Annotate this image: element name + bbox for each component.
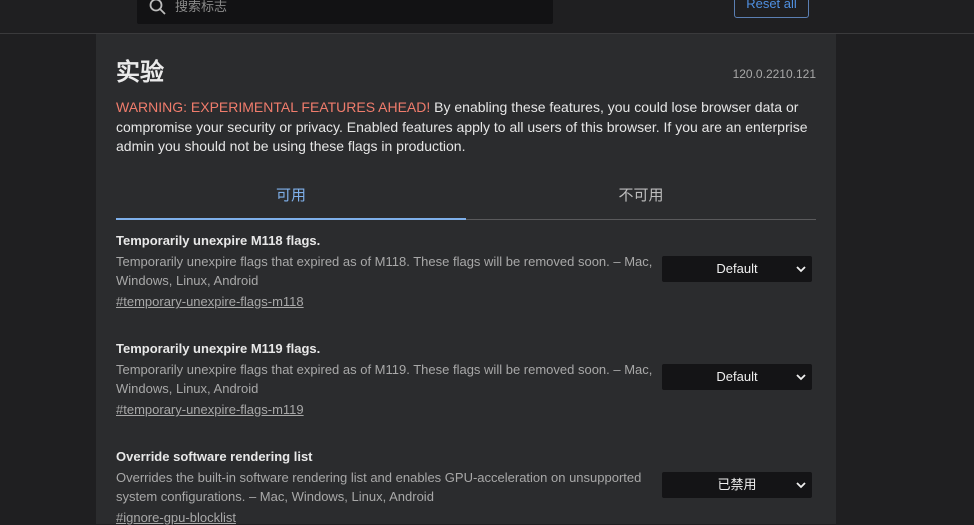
flag-select-value: Default: [716, 261, 758, 276]
flag-name: Temporarily unexpire M119 flags.: [116, 341, 321, 356]
version-label: 120.0.2210.121: [732, 67, 816, 81]
flag-item: Temporarily unexpire M118 flags. Tempora…: [116, 233, 816, 309]
search-placeholder: 搜索标志: [175, 0, 228, 14]
tab-bar: 可用 不可用: [116, 182, 816, 220]
flag-select-value: Default: [716, 369, 758, 384]
tab-unavailable[interactable]: 不可用: [466, 182, 816, 219]
flag-item: Override software rendering list Overrid…: [116, 449, 816, 525]
search-input[interactable]: 搜索标志: [137, 0, 553, 24]
flag-select[interactable]: 已禁用: [662, 472, 812, 498]
search-icon: [149, 0, 166, 15]
flag-link[interactable]: #ignore-gpu-blocklist: [116, 510, 236, 525]
top-bar: 搜索标志 Reset all: [0, 0, 974, 34]
flags-panel: 实验 120.0.2210.121 WARNING: EXPERIMENTAL …: [96, 34, 836, 525]
reset-all-button[interactable]: Reset all: [734, 0, 809, 18]
flag-name: Override software rendering list: [116, 449, 313, 464]
chevron-down-icon: [796, 482, 806, 489]
tab-available[interactable]: 可用: [116, 182, 466, 220]
flag-select-value: 已禁用: [717, 477, 757, 492]
warning-message: WARNING: EXPERIMENTAL FEATURES AHEAD! By…: [116, 98, 816, 157]
flag-select[interactable]: Default: [662, 364, 812, 390]
warning-prefix: WARNING: EXPERIMENTAL FEATURES AHEAD!: [116, 99, 431, 115]
flag-link[interactable]: #temporary-unexpire-flags-m119: [116, 402, 304, 417]
chevron-down-icon: [796, 266, 806, 273]
page-title: 实验: [116, 59, 164, 86]
flag-link[interactable]: #temporary-unexpire-flags-m118: [116, 294, 304, 309]
flag-description: Temporarily unexpire flags that expired …: [116, 254, 653, 288]
flag-description: Temporarily unexpire flags that expired …: [116, 362, 653, 396]
flag-description: Overrides the built-in software renderin…: [116, 470, 642, 504]
flag-select[interactable]: Default: [662, 256, 812, 282]
chevron-down-icon: [796, 374, 806, 381]
flag-item: Temporarily unexpire M119 flags. Tempora…: [116, 341, 816, 417]
flag-name: Temporarily unexpire M118 flags.: [116, 233, 321, 248]
